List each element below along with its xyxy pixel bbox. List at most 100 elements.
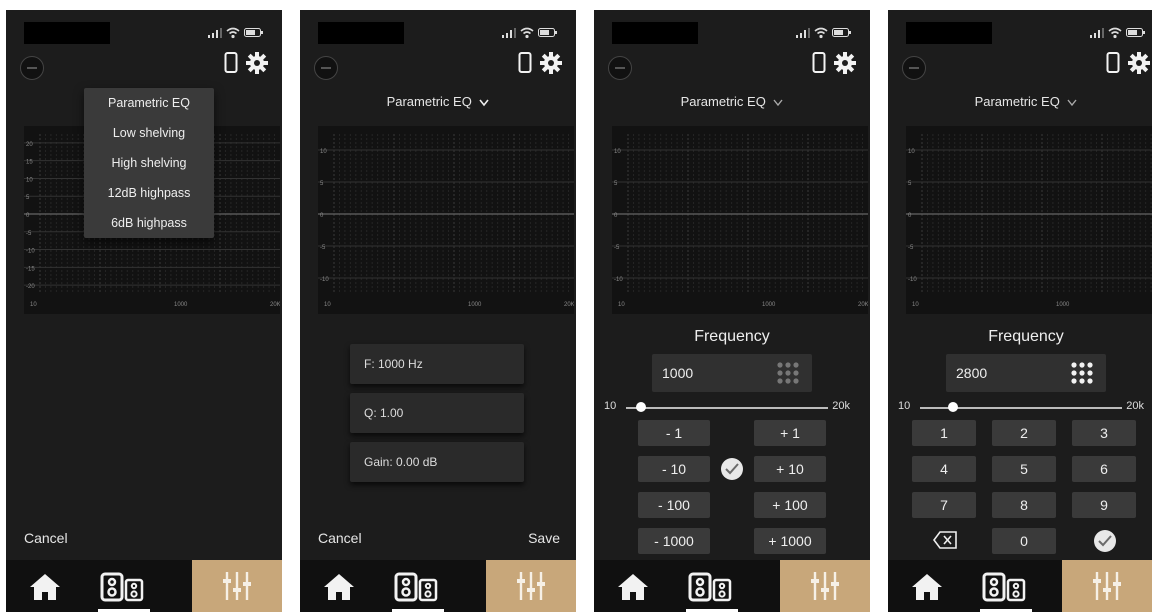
nav-equalizer-button[interactable] (1062, 560, 1152, 612)
bottom-nav (888, 560, 1152, 612)
frequency-slider[interactable]: 10 20k (604, 400, 850, 416)
filter-type-selector[interactable]: Parametric EQ (888, 94, 1152, 109)
y-tick-label: 10 (320, 149, 327, 155)
menu-item-6db-highpass[interactable]: 6dB highpass (84, 208, 214, 238)
menu-item-parametric-eq[interactable]: Parametric EQ (84, 88, 214, 118)
step-plus-1000-button[interactable]: + 1000 (754, 528, 826, 554)
key-4[interactable]: 4 (912, 456, 976, 482)
phone-icon[interactable] (812, 52, 826, 74)
menu-item-low-shelving[interactable]: Low shelving (84, 118, 214, 148)
nav-home-button[interactable] (910, 572, 944, 602)
horizontal-gridlines (906, 149, 1152, 279)
key-6[interactable]: 6 (1072, 456, 1136, 482)
battery-icon (832, 28, 851, 37)
equalizer-icon (1093, 572, 1121, 600)
x-tick-label: 10 (912, 302, 919, 308)
step-minus-1000-button[interactable]: - 1000 (638, 528, 710, 554)
signal-icon (208, 28, 222, 38)
slider-knob[interactable] (948, 402, 958, 412)
nav-home-button[interactable] (616, 572, 650, 602)
nav-home-button[interactable] (28, 572, 62, 602)
key-8[interactable]: 8 (992, 492, 1056, 518)
frequency-title: Frequency (988, 328, 1064, 345)
frequency-field[interactable]: 2800 (946, 354, 1106, 392)
chevron-down-icon (479, 99, 490, 106)
equalizer-icon (223, 572, 251, 600)
chevron-down-icon (773, 99, 783, 106)
gear-icon[interactable] (1128, 52, 1150, 74)
key-2[interactable]: 2 (992, 420, 1056, 446)
keypad-icon[interactable] (1070, 361, 1094, 385)
x-tick-label: 10 (618, 302, 625, 308)
cancel-button[interactable]: Cancel (24, 530, 68, 546)
nav-equalizer-button[interactable] (780, 560, 870, 612)
key-0[interactable]: 0 (992, 528, 1056, 554)
filter-type-dropdown[interactable]: Parametric EQ Low shelving High shelving… (84, 88, 214, 238)
step-minus-1-button[interactable]: - 1 (638, 420, 710, 446)
confirm-button[interactable] (721, 458, 743, 480)
phone-icon[interactable] (224, 52, 238, 74)
gain-param-button[interactable]: Gain: 0.00 dB (350, 442, 524, 482)
step-plus-10-button[interactable]: + 10 (754, 456, 826, 482)
y-tick-label: -5 (614, 245, 620, 251)
keypad-icon[interactable] (776, 361, 800, 385)
y-tick-label: 10 (614, 149, 621, 155)
nav-speakers-button[interactable] (686, 570, 738, 604)
nav-speakers-button[interactable] (98, 570, 150, 604)
step-plus-1-button[interactable]: + 1 (754, 420, 826, 446)
y-tick-label: 20 (26, 142, 33, 148)
y-tick-label: -10 (320, 277, 329, 283)
frequency-slider[interactable]: 10 20k (898, 400, 1144, 416)
frequency-field[interactable]: 1000 (652, 354, 812, 392)
step-minus-100-button[interactable]: - 100 (638, 492, 710, 518)
slider-track[interactable] (626, 407, 828, 409)
x-tick-label: 1000 (1056, 302, 1070, 308)
gear-icon[interactable] (540, 52, 562, 74)
wifi-icon (520, 27, 534, 39)
nav-equalizer-button[interactable] (192, 560, 282, 612)
status-bar-redacted (612, 22, 698, 44)
filter-type-selector[interactable]: Parametric EQ (300, 94, 576, 109)
wifi-icon (814, 27, 828, 39)
save-button[interactable]: Save (528, 530, 560, 546)
filter-type-selector[interactable]: Parametric EQ (594, 94, 870, 109)
top-icons (518, 50, 568, 76)
menu-item-high-shelving[interactable]: High shelving (84, 148, 214, 178)
nav-speakers-button[interactable] (392, 570, 444, 604)
gear-icon[interactable] (246, 52, 268, 74)
cancel-button[interactable]: Cancel (318, 530, 362, 546)
x-tick-label: 1000 (762, 302, 776, 308)
frequency-param-button[interactable]: F: 1000 Hz (350, 344, 524, 384)
menu-item-12db-highpass[interactable]: 12dB highpass (84, 178, 214, 208)
key-1[interactable]: 1 (912, 420, 976, 446)
key-5[interactable]: 5 (992, 456, 1056, 482)
slider-min-label: 10 (898, 400, 911, 412)
slider-min-label: 10 (604, 400, 617, 412)
step-minus-10-button[interactable]: - 10 (638, 456, 710, 482)
brand-logo (902, 56, 926, 80)
status-bar-redacted (318, 22, 404, 44)
key-3[interactable]: 3 (1072, 420, 1136, 446)
slider-max-label: 20k (1126, 400, 1144, 412)
frequency-title: Frequency (694, 328, 770, 345)
brand-logo (314, 56, 338, 80)
nav-equalizer-button[interactable] (486, 560, 576, 612)
confirm-button[interactable] (1094, 530, 1116, 552)
slider-knob[interactable] (636, 402, 646, 412)
backspace-button[interactable] (932, 530, 957, 552)
y-tick-label: 10 (26, 177, 33, 183)
gear-icon[interactable] (834, 52, 856, 74)
x-tick-label: 1000 (468, 302, 482, 308)
speakers-icon (688, 572, 732, 602)
q-param-button[interactable]: Q: 1.00 (350, 393, 524, 433)
phone-icon[interactable] (1106, 52, 1120, 74)
backspace-icon (933, 531, 957, 549)
phone-icon[interactable] (518, 52, 532, 74)
x-tick-label: 1000 (174, 302, 188, 308)
step-plus-100-button[interactable]: + 100 (754, 492, 826, 518)
key-9[interactable]: 9 (1072, 492, 1136, 518)
home-icon (30, 574, 60, 600)
key-7[interactable]: 7 (912, 492, 976, 518)
nav-speakers-button[interactable] (980, 570, 1032, 604)
nav-home-button[interactable] (322, 572, 356, 602)
